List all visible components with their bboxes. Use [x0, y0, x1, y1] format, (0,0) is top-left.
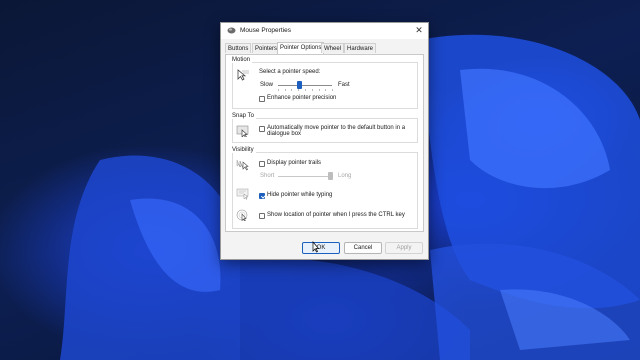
title-bar[interactable]: Mouse Properties ✕ — [221, 23, 428, 39]
tab-bar: Buttons Pointers Pointer Options Wheel H… — [225, 42, 424, 54]
pointer-trails-icon — [236, 159, 249, 171]
mouse-icon — [227, 27, 236, 34]
pointer-options-panel: Motion Select a pointer speed: Slow Fast… — [225, 54, 424, 232]
motion-group: Motion Select a pointer speed: Slow Fast… — [232, 57, 418, 109]
visibility-group-label: Visibility — [232, 147, 256, 153]
pointer-trails-checkbox[interactable] — [259, 161, 265, 167]
enhance-precision-label: Enhance pointer precision — [267, 95, 337, 101]
hide-pointer-checkbox[interactable] — [259, 193, 265, 199]
pointer-speed-icon — [237, 69, 249, 81]
close-button[interactable]: ✕ — [410, 23, 428, 39]
speed-label: Select a pointer speed: — [259, 69, 321, 75]
enhance-precision-checkbox[interactable] — [259, 96, 265, 102]
short-label: Short — [260, 173, 275, 179]
tab-hardware[interactable]: Hardware — [344, 43, 377, 53]
cancel-button[interactable]: Cancel — [344, 242, 382, 254]
show-location-checkbox[interactable] — [259, 213, 265, 219]
tab-buttons[interactable]: Buttons — [225, 43, 252, 53]
tab-pointers[interactable]: Pointers — [252, 43, 281, 53]
snap-to-group-label: Snap To — [232, 113, 256, 119]
tab-pointer-options[interactable]: Pointer Options — [277, 42, 325, 54]
long-label: Long — [338, 173, 352, 179]
hide-pointer-icon — [236, 188, 249, 200]
speed-slider-thumb[interactable] — [297, 81, 302, 89]
fast-label: Fast — [338, 82, 350, 88]
slow-label: Slow — [260, 82, 274, 88]
mouse-properties-dialog: Mouse Properties ✕ Buttons Pointers Poin… — [220, 22, 429, 260]
visibility-group: Visibility Display pointer trails Short … — [232, 147, 418, 229]
motion-group-label: Motion — [232, 57, 253, 63]
mouse-cursor-icon — [312, 241, 320, 253]
show-location-icon — [236, 209, 248, 221]
snap-to-checkbox[interactable] — [259, 126, 265, 132]
ok-button[interactable]: OK — [302, 242, 340, 254]
show-location-label: Show location of pointer when I press th… — [267, 212, 405, 218]
pointer-trails-label: Display pointer trails — [267, 160, 322, 166]
snap-to-icon — [236, 125, 249, 137]
apply-button[interactable]: Apply — [385, 242, 423, 254]
trails-slider-thumb[interactable] — [328, 172, 333, 180]
snap-to-group: Snap To Automatically move pointer to th… — [232, 113, 418, 143]
hide-pointer-label: Hide pointer while typing — [267, 192, 333, 198]
snap-to-label-line2: dialogue box — [267, 131, 302, 137]
tab-wheel[interactable]: Wheel — [321, 43, 345, 53]
window-title: Mouse Properties — [240, 27, 291, 34]
